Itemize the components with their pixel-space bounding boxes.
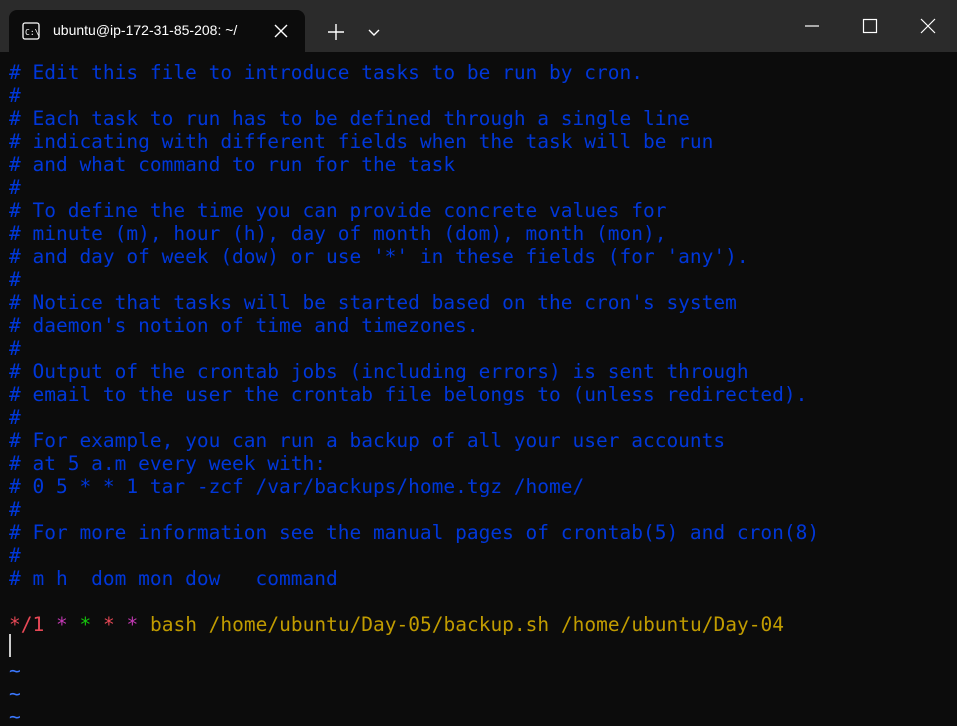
tab-title: ubuntu@ip-172-31-85-208: ~/ bbox=[53, 22, 238, 38]
comment-line: # bbox=[9, 498, 21, 521]
chevron-down-icon[interactable] bbox=[360, 20, 388, 44]
comment-line: # bbox=[9, 176, 21, 199]
terminal-content[interactable]: # Edit this file to introduce tasks to b… bbox=[0, 52, 957, 726]
comment-line: # 0 5 * * 1 tar -zcf /var/backups/home.t… bbox=[9, 475, 585, 498]
close-icon bbox=[920, 18, 936, 34]
comment-line: # and day of week (dow) or use '*' in th… bbox=[9, 245, 749, 268]
minimize-button[interactable] bbox=[783, 0, 841, 52]
svg-text:C:\: C:\ bbox=[25, 28, 40, 37]
comment-line: # at 5 a.m every week with: bbox=[9, 452, 326, 475]
title-bar: C:\ ubuntu@ip-172-31-85-208: ~/ bbox=[0, 0, 957, 52]
minimize-icon bbox=[805, 25, 819, 27]
cron-mon: * bbox=[102, 613, 115, 636]
comment-line: # and what command to run for the task bbox=[9, 153, 456, 176]
comment-line: # Notice that tasks will be started base… bbox=[9, 291, 737, 314]
comment-line: # indicating with different fields when … bbox=[9, 130, 714, 153]
comment-line: # minute (m), hour (h), day of month (do… bbox=[9, 222, 667, 245]
close-window-button[interactable] bbox=[899, 0, 957, 52]
empty-line-marker: ~ bbox=[9, 705, 21, 726]
cron-entry-line: */1 * * * * bash /home/ubuntu/Day-05/bac… bbox=[9, 613, 784, 636]
comment-line: # Edit this file to introduce tasks to b… bbox=[9, 61, 643, 84]
comment-line: # email to the user the crontab file bel… bbox=[9, 383, 808, 406]
terminal-icon: C:\ bbox=[22, 22, 40, 40]
maximize-button[interactable] bbox=[841, 0, 899, 52]
tab-active[interactable]: C:\ ubuntu@ip-172-31-85-208: ~/ bbox=[9, 10, 305, 52]
cron-dom: * bbox=[79, 613, 92, 636]
comment-line: # bbox=[9, 337, 21, 360]
empty-line-marker: ~ bbox=[9, 682, 21, 705]
close-icon[interactable] bbox=[271, 21, 291, 41]
comment-line: # daemon's notion of time and timezones. bbox=[9, 314, 479, 337]
comment-line: # m h dom mon dow command bbox=[9, 567, 338, 590]
maximize-icon bbox=[862, 18, 878, 34]
text-cursor bbox=[9, 634, 11, 657]
comment-line: # Output of the crontab jobs (including … bbox=[9, 360, 749, 383]
comment-line: # bbox=[9, 544, 21, 567]
comment-line: # bbox=[9, 406, 21, 429]
plus-icon[interactable] bbox=[320, 20, 352, 44]
empty-line-marker: ~ bbox=[9, 659, 21, 682]
comment-line: # Each task to run has to be defined thr… bbox=[9, 107, 690, 130]
comment-line: # To define the time you can provide con… bbox=[9, 199, 667, 222]
comment-line: # For more information see the manual pa… bbox=[9, 521, 820, 544]
cron-minute: */1 bbox=[9, 613, 45, 636]
cron-command: bash /home/ubuntu/Day-05/backup.sh /home… bbox=[149, 613, 784, 636]
comment-line: # bbox=[9, 268, 21, 291]
cron-hour: * bbox=[55, 613, 68, 636]
comment-line: # For example, you can run a backup of a… bbox=[9, 429, 726, 452]
cron-dow: * bbox=[126, 613, 139, 636]
comment-line: # bbox=[9, 84, 21, 107]
terminal-window: C:\ ubuntu@ip-172-31-85-208: ~/ # Edit t… bbox=[0, 0, 957, 726]
